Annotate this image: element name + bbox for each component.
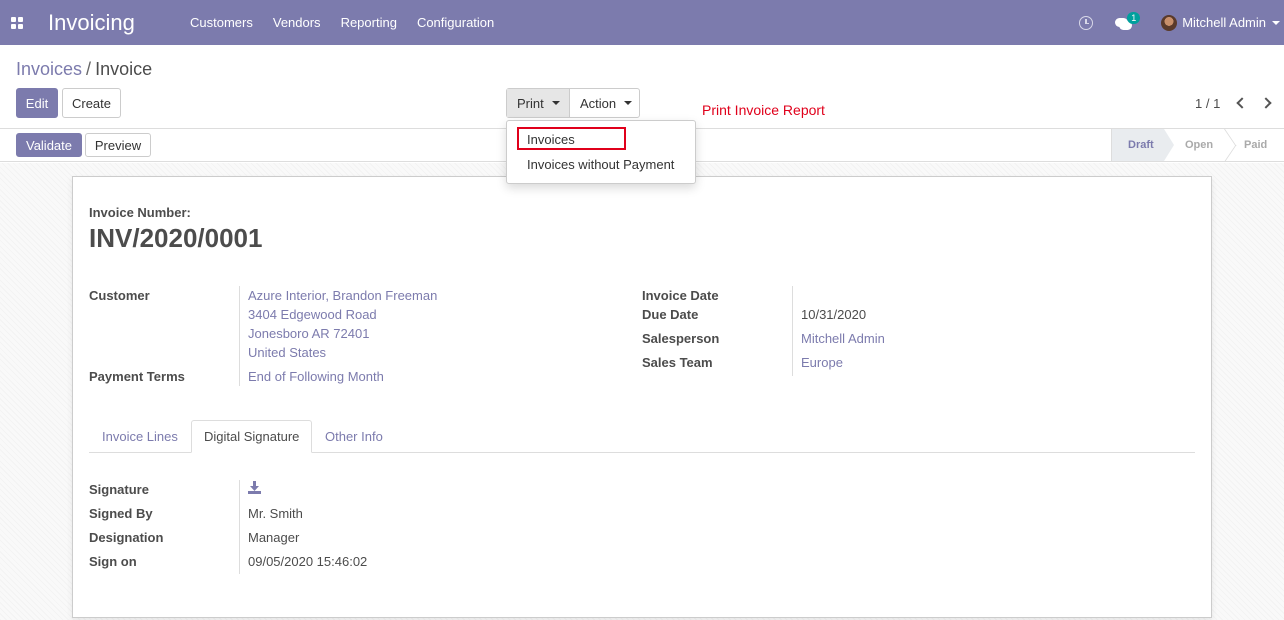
customer-label: Customer [89,288,150,303]
user-menu-name[interactable]: Mitchell Admin [1182,15,1266,30]
create-button[interactable]: Create [62,88,121,118]
tab-invoice-lines[interactable]: Invoice Lines [90,420,190,453]
designation-field[interactable]: Manager [248,530,299,545]
customer-address-line[interactable]: Jonesboro AR 72401 [248,326,369,341]
due-date-field[interactable]: 10/31/2020 [801,307,866,322]
caret-down-icon [551,101,560,105]
sign-on-label: Sign on [89,554,137,569]
pager-value[interactable]: 1 / 1 [1195,96,1220,111]
signed-by-label: Signed By [89,506,153,521]
menu-reporting[interactable]: Reporting [331,0,407,45]
status-paid[interactable]: Paid [1244,129,1284,161]
status-open[interactable]: Open [1185,129,1225,161]
app-title[interactable]: Invoicing [48,10,176,36]
status-draft[interactable]: Draft [1111,129,1174,161]
user-avatar[interactable] [1161,14,1178,31]
designation-label: Designation [89,530,164,545]
action-label: Action [580,95,617,111]
print-dropdown-button[interactable]: Print [507,89,569,117]
menu-customers[interactable]: Customers [180,0,263,45]
salesperson-field[interactable]: Mitchell Admin [801,331,885,346]
payment-terms-label: Payment Terms [89,369,185,384]
main-menu: Customers Vendors Reporting Configuratio… [180,0,504,45]
signed-by-field[interactable]: Mr. Smith [248,506,303,521]
field-divider [239,286,240,386]
annotation-label: Print Invoice Report [702,102,825,118]
sales-team-label: Sales Team [642,355,713,370]
validate-button[interactable]: Validate [16,133,82,157]
action-dropdown-button[interactable]: Action [569,89,639,117]
print-label: Print [517,95,544,111]
caret-down-icon [624,101,633,105]
preview-button[interactable]: Preview [85,133,151,157]
pager-previous-icon[interactable] [1236,97,1248,109]
sign-on-field[interactable]: 09/05/2020 15:46:02 [248,554,367,569]
print-action-group: Print Action [506,88,640,118]
payment-terms-field[interactable]: End of Following Month [248,369,384,384]
field-divider [792,286,793,376]
tab-digital-signature[interactable]: Digital Signature [191,420,313,453]
invoice-date-label: Invoice Date [642,288,719,303]
due-date-label: Due Date [642,307,699,322]
customer-address-line[interactable]: 3404 Edgewood Road [248,307,377,322]
status-separator [1224,129,1236,161]
breadcrumb-invoices-link[interactable]: Invoices [16,59,82,79]
breadcrumb: Invoices / Invoice [16,59,152,80]
field-divider [239,480,240,574]
messages-count-badge: 1 [1127,11,1141,24]
download-icon[interactable] [248,481,261,494]
top-navbar: Invoicing Customers Vendors Reporting Co… [0,0,1284,45]
sales-team-field[interactable]: Europe [801,355,843,370]
navbar-systray: 1 Mitchell Admin [1079,0,1284,45]
invoice-number-label: Invoice Number: [89,205,191,220]
apps-menu-icon[interactable] [2,0,32,45]
breadcrumb-current: Invoice [95,59,153,79]
print-menu-item-invoices-without-payment[interactable]: Invoices without Payment [527,157,674,172]
messaging-chat-icon[interactable]: 1 [1115,11,1141,30]
signature-label: Signature [89,482,149,497]
edit-button[interactable]: Edit [16,88,58,118]
activity-clock-icon[interactable] [1079,15,1094,30]
customer-name-link[interactable]: Azure Interior, Brandon Freeman [248,288,437,303]
menu-vendors[interactable]: Vendors [263,0,331,45]
breadcrumb-separator: / [86,59,92,79]
invoice-number: INV/2020/0001 [89,223,263,253]
tab-other-info[interactable]: Other Info [313,420,395,453]
annotation-highlight-box [517,127,626,150]
chevron-down-icon[interactable] [1272,20,1280,25]
menu-configuration[interactable]: Configuration [407,0,504,45]
pager-next-icon[interactable] [1260,97,1272,109]
salesperson-label: Salesperson [642,331,720,346]
customer-address-line[interactable]: United States [248,345,326,360]
